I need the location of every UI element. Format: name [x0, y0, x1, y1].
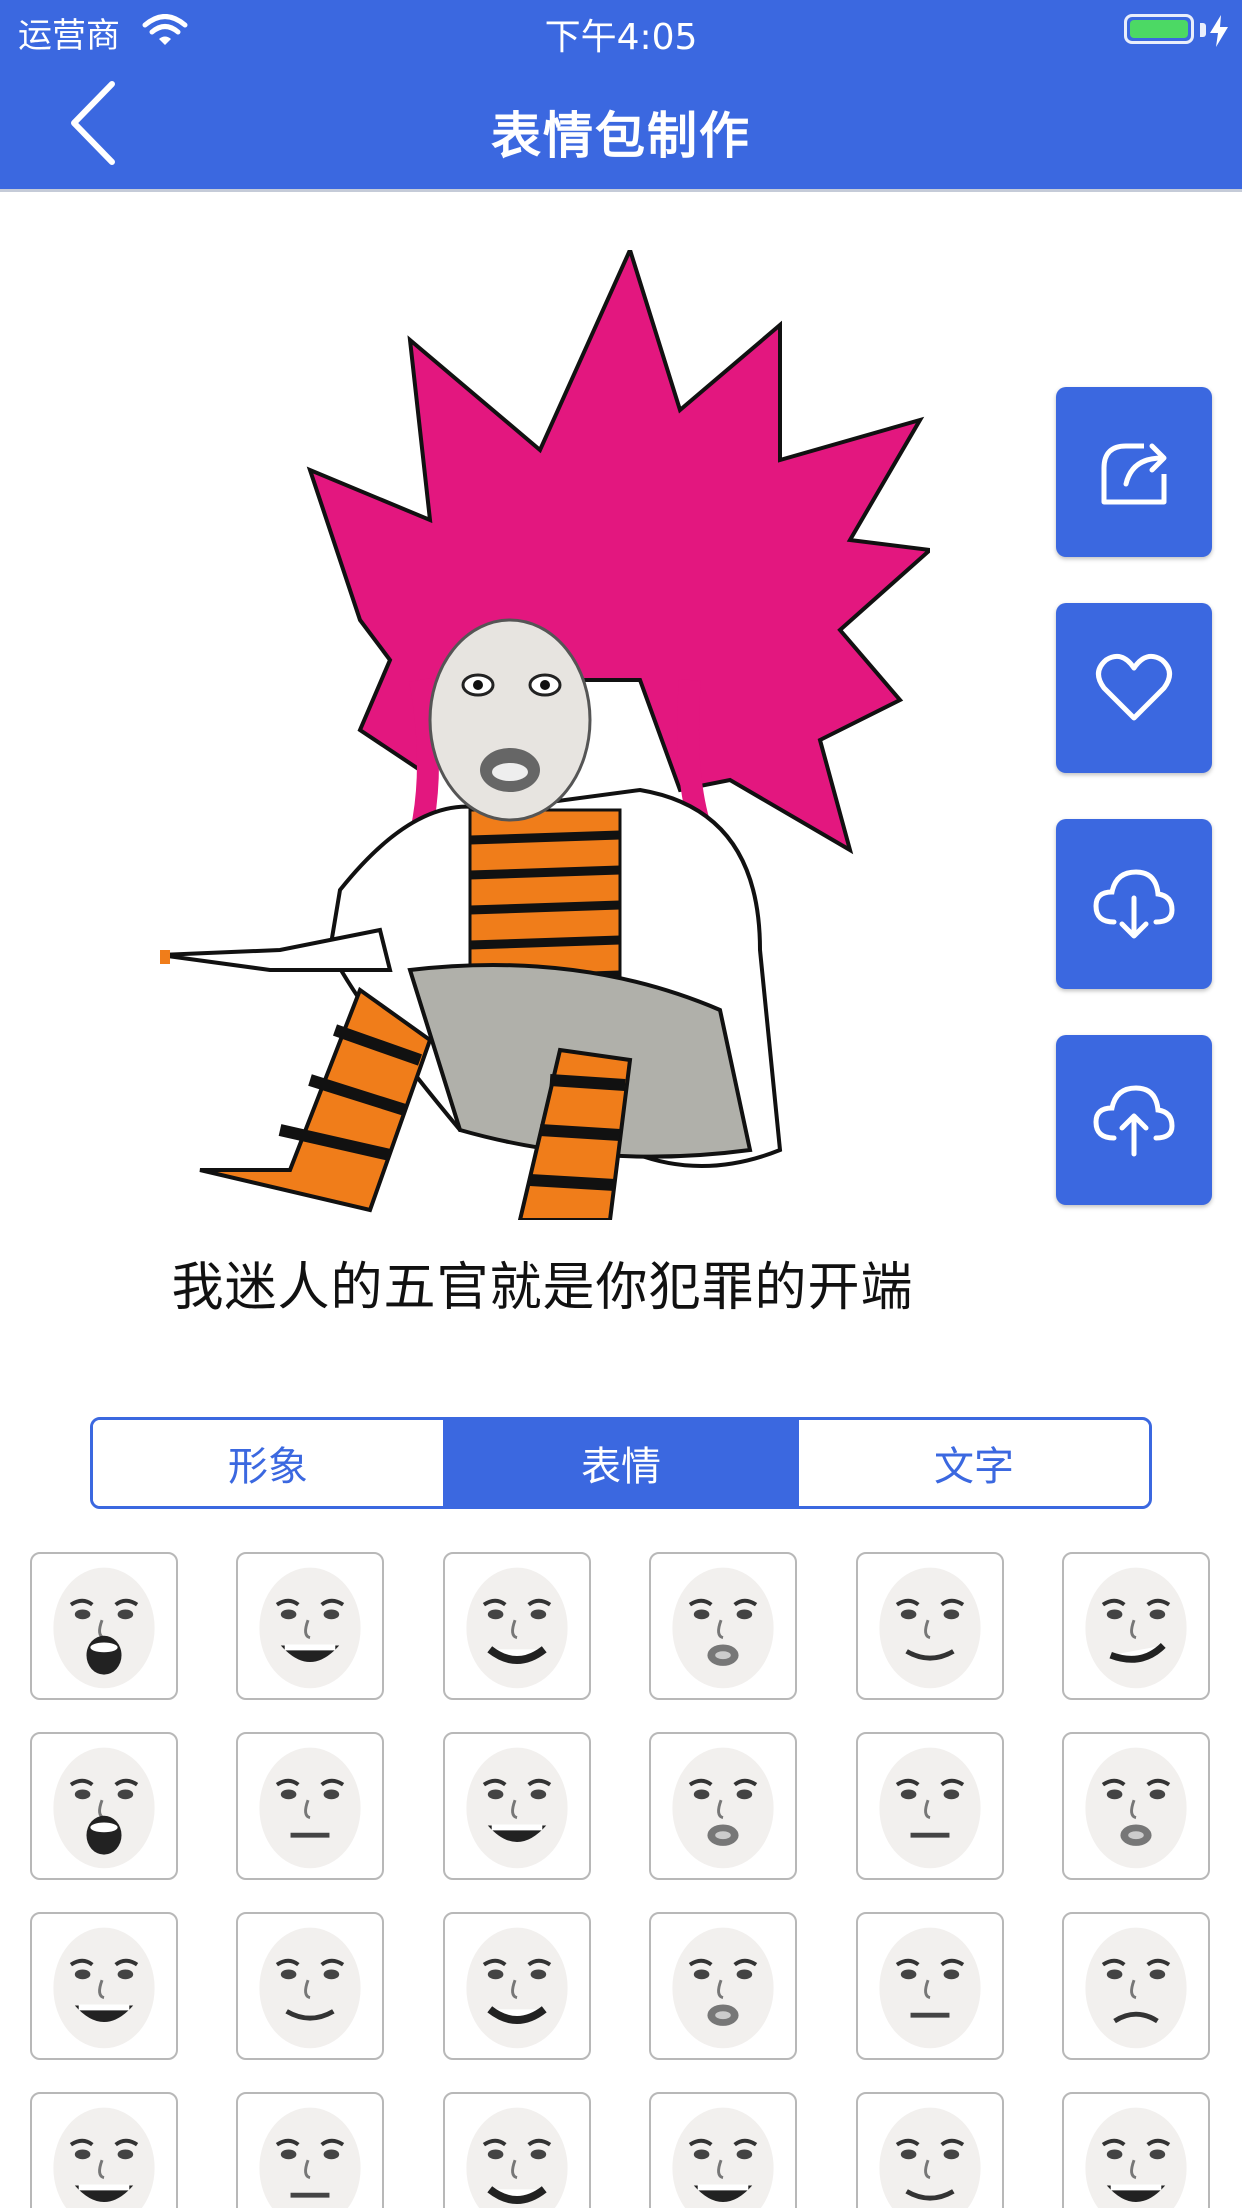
expression-thumbnail[interactable] [1062, 1912, 1210, 2060]
face-icon [466, 1567, 568, 1689]
face-icon [466, 1927, 568, 2049]
battery-cap [1200, 23, 1206, 37]
expression-thumbnail[interactable] [236, 1732, 385, 1880]
face-icon [53, 1927, 155, 2049]
meme-arm [160, 927, 393, 972]
face-icon [878, 1927, 981, 2049]
cloud-download-icon [1093, 869, 1175, 939]
meme-caption: 我迷人的五官就是你犯罪的开端 [171, 1258, 914, 1318]
expression-thumbnail[interactable] [649, 1552, 798, 1700]
upload-button[interactable] [1056, 1035, 1212, 1205]
meme-leg-left [199, 986, 433, 1213]
face-icon [672, 1927, 774, 2049]
share-button[interactable] [1056, 387, 1212, 557]
page-title: 表情包制作 [491, 107, 751, 165]
navigation-bar: 运营商 下午4:05 表情包制作 [0, 0, 1242, 192]
face-icon [53, 1747, 155, 1869]
expression-thumbnail[interactable] [236, 2092, 385, 2208]
expression-thumbnail[interactable] [855, 1912, 1004, 2060]
face-icon [1085, 1567, 1187, 1689]
expression-thumbnail[interactable] [30, 1912, 178, 2060]
expression-thumbnail[interactable] [236, 1912, 385, 2060]
expression-thumbnail[interactable] [236, 1552, 385, 1700]
expression-thumbnail[interactable] [1062, 1552, 1210, 1700]
tab-expression[interactable]: 表情 [443, 1420, 796, 1506]
share-icon [1101, 443, 1167, 505]
expression-thumbnail[interactable] [30, 1732, 178, 1880]
face-icon [1085, 1747, 1187, 1869]
expression-thumbnail[interactable] [855, 1552, 1004, 1700]
face-icon [259, 1747, 361, 1869]
expression-thumbnail[interactable] [442, 1732, 591, 1880]
expression-thumbnail[interactable] [30, 2092, 178, 2208]
expression-thumbnail[interactable] [649, 1912, 798, 2060]
face-icon [672, 1567, 774, 1689]
expression-thumbnail[interactable] [1062, 2092, 1210, 2208]
expression-thumbnail[interactable] [1062, 1732, 1210, 1880]
favorite-button[interactable] [1056, 603, 1212, 773]
expression-thumbnail[interactable] [30, 1552, 178, 1700]
expression-thumbnail[interactable] [855, 2092, 1004, 2208]
nav-row: 表情包制作 [0, 60, 1242, 190]
face-icon [1085, 2107, 1187, 2208]
meme-hair [306, 250, 930, 855]
meme-cigarette-tip [160, 950, 170, 964]
expression-thumbnail[interactable] [442, 1912, 591, 2060]
face-icon [259, 2107, 361, 2208]
face-icon [878, 1567, 981, 1689]
expression-thumbnail[interactable] [855, 1732, 1004, 1880]
download-button[interactable] [1056, 819, 1212, 989]
face-icon [466, 1747, 568, 1869]
status-time: 下午4:05 [544, 17, 698, 58]
face-icon [672, 1747, 774, 1869]
expression-thumbnail[interactable] [649, 1732, 798, 1880]
charging-bolt-icon [1210, 15, 1228, 47]
face-icon [466, 2107, 568, 2208]
meme-character-image[interactable] [160, 250, 930, 1220]
category-tabs: 形象 表情 文字 [90, 1417, 1152, 1509]
face-icon [878, 1747, 981, 1869]
face-icon [53, 1567, 155, 1689]
expression-thumbnail[interactable] [442, 1552, 591, 1700]
tab-image[interactable]: 形象 [93, 1420, 443, 1506]
expression-thumbnail[interactable] [649, 2092, 798, 2208]
face-icon [1085, 1927, 1187, 2049]
battery-icon [1124, 14, 1194, 44]
face-icon [259, 1927, 361, 2049]
face-icon [259, 1567, 361, 1689]
status-bar: 运营商 下午4:05 [0, 0, 1242, 60]
cloud-upload-icon [1093, 1085, 1175, 1157]
expression-thumbnail[interactable] [442, 2092, 591, 2208]
face-icon [672, 2107, 774, 2208]
face-icon [879, 2107, 981, 2208]
tab-text[interactable]: 文字 [796, 1420, 1149, 1506]
expression-grid [30, 1552, 1212, 2208]
face-icon [53, 2107, 155, 2208]
heart-icon [1096, 653, 1172, 721]
